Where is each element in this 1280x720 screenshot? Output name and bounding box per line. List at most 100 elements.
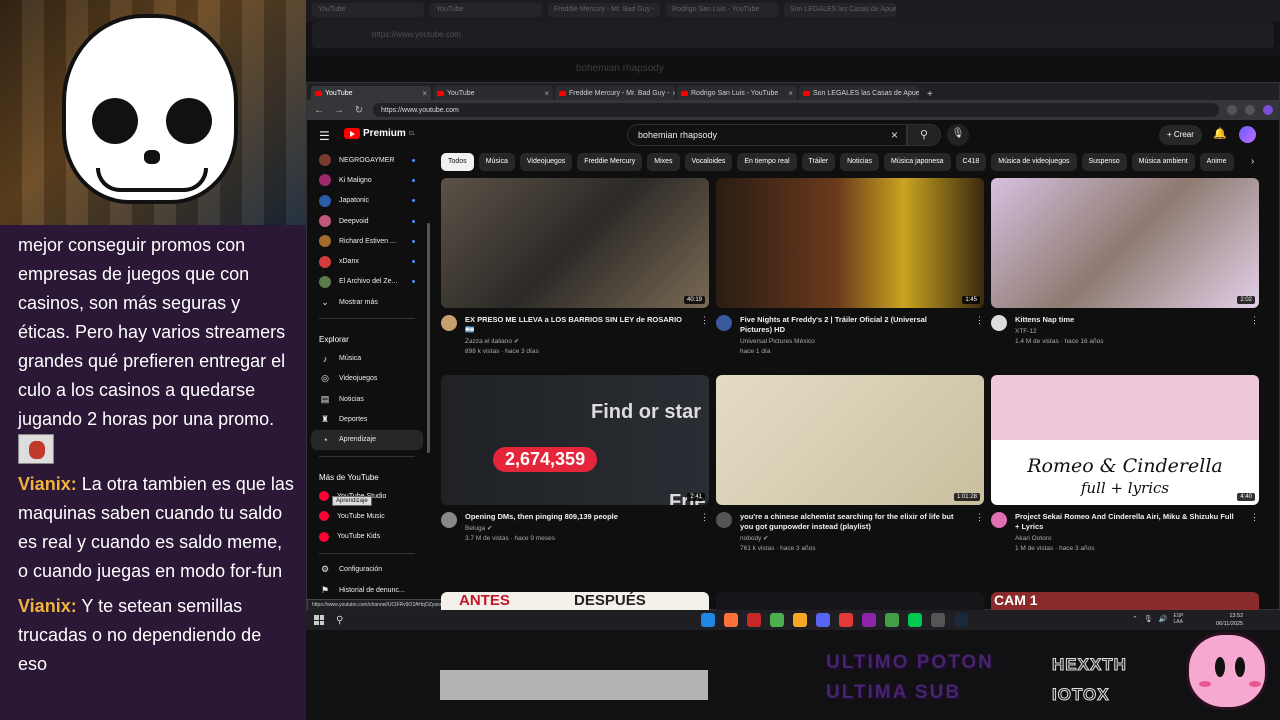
microphone-icon[interactable]: 🎙 (1144, 615, 1153, 623)
sidebar-subscription[interactable]: El Archivo del Ze... (307, 272, 427, 292)
close-icon[interactable]: × (544, 89, 549, 98)
create-button[interactable]: + Crear (1159, 125, 1202, 145)
sidebar-subscription[interactable]: Ki Maligno (307, 170, 427, 190)
more-options-icon[interactable]: ⋮ (1250, 512, 1259, 554)
more-options-icon[interactable]: ⋮ (700, 512, 709, 544)
more-options-icon[interactable]: ⋮ (975, 315, 984, 357)
discord-icon[interactable] (816, 613, 831, 627)
channel-avatar[interactable] (441, 315, 457, 331)
channel-name[interactable]: XTF-12 (1015, 327, 1235, 337)
more-options-icon[interactable]: ⋮ (1250, 315, 1259, 347)
tab-casas-de-apuestas[interactable]: Son LEGALES las Casas de Apues× (799, 86, 919, 100)
partial-thumbnail[interactable]: CAM 1 (991, 592, 1259, 610)
close-icon[interactable]: × (788, 89, 793, 98)
filter-chip[interactable]: Todos (441, 153, 474, 171)
sidebar-subscription[interactable]: Deepvoid (307, 211, 427, 231)
app-icon[interactable] (747, 613, 762, 627)
video-title[interactable]: you're a chinese alchemist searching for… (740, 512, 960, 532)
filter-chip[interactable]: Anime (1199, 153, 1234, 171)
sidebar-item-música[interactable]: ♪ Música (307, 348, 427, 368)
video-title[interactable]: Project Sekai Romeo And Cinderella Airi,… (1015, 512, 1235, 532)
account-avatar[interactable] (1239, 126, 1256, 143)
channel-avatar[interactable] (991, 315, 1007, 331)
reload-icon[interactable]: ↻ (353, 105, 365, 116)
channel-name[interactable]: nobody ✔ (740, 534, 960, 544)
video-thumbnail[interactable]: 40:19 (441, 178, 709, 308)
channel-name[interactable]: Universal Pictures México (740, 337, 960, 347)
video-card[interactable]: 2:02 Kittens Nap time XTF-12 1.4 M de vista… (991, 178, 1259, 347)
profile-icon[interactable] (1263, 105, 1273, 115)
sidebar-subscription[interactable]: Japatonic (307, 191, 427, 211)
volume-icon[interactable]: 🔊 (1159, 615, 1168, 623)
video-title[interactable]: Five Nights at Freddy's 2 | Tráiler Ofic… (740, 315, 960, 335)
filter-chip[interactable]: Mixes (647, 153, 680, 171)
filter-chip[interactable]: Freddie Mercury (577, 153, 643, 171)
voice-search-button[interactable]: 🎙 (947, 124, 969, 146)
app-icon[interactable] (885, 613, 900, 627)
video-title[interactable]: Opening DMs, then pinging 809,139 people (465, 512, 685, 522)
channel-name[interactable]: Beluga ✔ (465, 524, 685, 534)
windows-start-icon[interactable] (314, 615, 324, 625)
settings-icon[interactable] (931, 613, 946, 627)
video-title[interactable]: Kittens Nap time (1015, 315, 1235, 325)
tab-freddie-mercury[interactable]: Freddie Mercury - Mr. Bad Guy - × (555, 86, 675, 100)
video-card[interactable]: Romeo & Cinderella full + lyrics 4:40 Proje… (991, 375, 1259, 554)
app-icon[interactable] (862, 613, 877, 627)
tab-rodrigo-san-luis[interactable]: Rodrigo San Luis - YouTube × (677, 86, 797, 100)
sidebar-item-youtube-app[interactable]: YouTube Kids (307, 526, 427, 546)
chevron-up-icon[interactable]: ⌃ (1132, 615, 1138, 623)
video-thumbnail[interactable]: Romeo & Cinderella full + lyrics 4:40 (991, 375, 1259, 505)
channel-avatar[interactable] (441, 512, 457, 528)
sidebar-item-settings[interactable]: ⚙ Configuración (307, 560, 427, 580)
filter-chip[interactable]: Música de videojuegos (991, 153, 1077, 171)
sidebar-item-videojuegos[interactable]: ◎ Videojuegos (307, 369, 427, 389)
steam-icon[interactable] (954, 613, 969, 627)
channel-name[interactable]: Zazza el italiano ✔ (465, 337, 685, 347)
search-button[interactable]: ⚲ (907, 124, 941, 146)
close-icon[interactable]: × (672, 89, 675, 98)
sidebar-item-noticias[interactable]: ▤ Noticias (307, 389, 427, 409)
tab-youtube-2[interactable]: YouTube × (433, 86, 553, 100)
video-card[interactable]: 1:01:28 you're a chinese alchemist search… (716, 375, 984, 554)
video-thumbnail[interactable]: 2:02 (991, 178, 1259, 308)
sidebar-subscription[interactable]: NEGROGAYMER (307, 150, 427, 170)
more-options-icon[interactable]: ⋮ (700, 315, 709, 357)
app-icon[interactable] (839, 613, 854, 627)
clock[interactable]: 13:52 06/11/2025 (1216, 612, 1243, 628)
sidebar-item-deportes[interactable]: ♜ Deportes (307, 409, 427, 429)
forward-arrow-icon[interactable]: → (333, 105, 345, 116)
extension-icon[interactable] (1227, 105, 1237, 115)
video-thumbnail[interactable]: 2,674,359Find or starFrie2:41 (441, 375, 709, 505)
notifications-bell-icon[interactable]: 🔔 (1213, 127, 1227, 140)
language-indicator[interactable]: ESP LAA (1173, 613, 1183, 625)
filter-chip[interactable]: Música japonesa (884, 153, 951, 171)
filter-chip[interactable]: Suspenso (1081, 153, 1127, 171)
url-field[interactable]: https://www.youtube.com (373, 103, 1219, 117)
sidebar-subscription[interactable]: xDanx (307, 251, 427, 271)
search-input[interactable]: bohemian rhapsody × (627, 124, 907, 146)
video-thumbnail[interactable]: 1:45 (716, 178, 984, 308)
partial-thumbnail[interactable]: ANTES DESPUÉS (441, 592, 709, 610)
sidebar-subscription[interactable]: Richard Estiven ... (307, 231, 427, 251)
video-card[interactable]: 2,674,359Find or starFrie2:41 Opening DMs… (441, 375, 709, 544)
tab-youtube-1[interactable]: YouTube × (311, 86, 431, 100)
partial-thumbnail[interactable] (716, 592, 984, 610)
video-card[interactable]: 1:45 Five Nights at Freddy's 2 | Tráiler … (716, 178, 984, 357)
video-card[interactable]: 40:19 EX PRESO ME LLEVA a LOS BARRIOS SIN… (441, 178, 709, 357)
show-more-button[interactable]: ⌄ Mostrar más (307, 292, 427, 312)
channel-name[interactable]: Akari Ootoro (1015, 534, 1235, 544)
filter-chip[interactable]: Música (478, 153, 515, 171)
new-tab-icon[interactable]: + (921, 89, 939, 100)
app-icon[interactable] (908, 613, 923, 627)
filter-chip[interactable]: C418 (955, 153, 987, 171)
video-thumbnail[interactable]: 1:01:28 (716, 375, 984, 505)
filter-chip[interactable]: Tráiler (801, 153, 836, 171)
chrome-icon[interactable] (770, 613, 785, 627)
extension-icon[interactable] (1245, 105, 1255, 115)
filter-chip[interactable]: En tiempo real (737, 153, 797, 171)
edge-icon[interactable] (701, 613, 716, 627)
filter-chip[interactable]: Videojuegos (519, 153, 573, 171)
search-icon[interactable]: ⚲ (336, 615, 343, 626)
more-options-icon[interactable]: ⋮ (975, 512, 984, 554)
hamburger-menu-icon[interactable]: ☰ (319, 129, 330, 143)
